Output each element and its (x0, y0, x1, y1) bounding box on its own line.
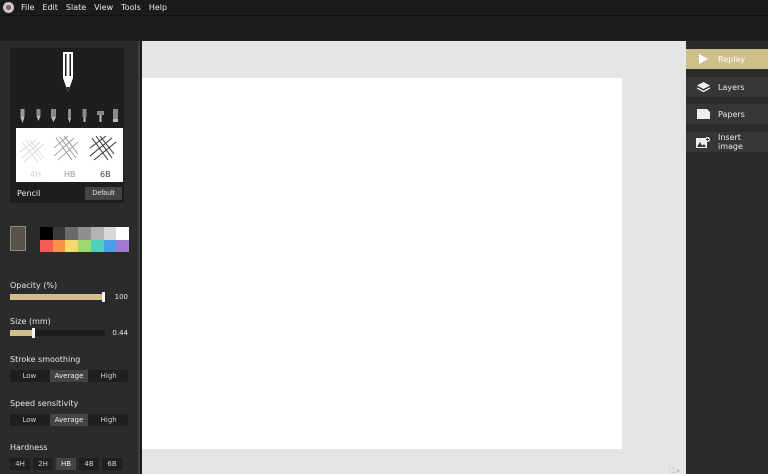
palette-swatch[interactable] (103, 239, 117, 252)
insert-image-label: Insert image (718, 133, 743, 151)
app-window: File Edit Slate View Tools Help 4H HB 6B… (0, 0, 768, 474)
palette-swatch[interactable] (103, 227, 117, 240)
side-panel: Replay Layers Papers Insert image (686, 41, 768, 474)
palette-swatch[interactable] (116, 239, 129, 252)
size-value: 0.44 (112, 329, 128, 337)
default-button[interactable]: Default (85, 187, 122, 200)
smoothing-high[interactable]: High (89, 370, 129, 382)
drawing-paper[interactable] (142, 78, 622, 449)
tool-panel: 4H HB 6B Pencil Default Opacity (%) 100 … (0, 41, 140, 474)
menu-bar: File Edit Slate View Tools Help (0, 0, 768, 16)
hardness-6b[interactable]: 6B (102, 458, 122, 470)
insert-image-button[interactable]: Insert image (686, 132, 768, 152)
pencil-card: 4H HB 6B Pencil Default (10, 48, 124, 203)
size-slider-thumb[interactable] (32, 328, 35, 338)
speed-selector: Low Average High (10, 414, 129, 426)
size-label: Size (mm) (10, 317, 51, 326)
ink-tip-icon[interactable] (81, 109, 88, 123)
fit-view-icon[interactable]: ⛶ ⌕ (669, 467, 680, 474)
palette-swatch[interactable] (78, 227, 91, 240)
pencil-tip-icon[interactable] (19, 109, 26, 123)
palette-swatch[interactable] (52, 227, 66, 240)
image-add-icon (696, 136, 710, 148)
pen-tip-icon[interactable] (35, 109, 42, 123)
current-color-swatch[interactable] (10, 226, 26, 251)
hardness-2h[interactable]: 2H (33, 458, 53, 470)
menu-view[interactable]: View (90, 0, 117, 16)
palette-swatch[interactable] (90, 227, 104, 240)
papers-label: Papers (718, 109, 745, 119)
preview-label-4h: 4H (30, 170, 41, 179)
palette-swatch[interactable] (116, 227, 129, 240)
menu-edit[interactable]: Edit (38, 0, 62, 16)
play-icon (696, 53, 710, 65)
hardness-hb[interactable]: HB (56, 458, 76, 470)
palette-swatch[interactable] (52, 239, 66, 252)
opacity-value: 100 (114, 293, 128, 301)
color-palette (40, 227, 129, 252)
opacity-slider-thumb[interactable] (102, 292, 105, 302)
eraser-tip-icon[interactable] (112, 109, 119, 123)
canvas-area: ⛶ ⌕ (142, 41, 686, 474)
menu-file[interactable]: File (17, 0, 38, 16)
palette-swatch[interactable] (90, 239, 104, 252)
smoothing-low[interactable]: Low (10, 370, 49, 382)
marker-tip-icon[interactable] (50, 109, 57, 123)
toolbar-strip (0, 16, 768, 41)
preview-label-hb: HB (64, 170, 76, 179)
size-slider-fill (10, 330, 34, 336)
menu-help[interactable]: Help (145, 0, 171, 16)
pencil-icon (63, 52, 73, 92)
tool-tips (19, 109, 119, 125)
hardness-selector: 4H 2H HB 4B 6B (10, 458, 128, 470)
palette-swatch[interactable] (65, 239, 79, 252)
layers-icon (696, 81, 710, 93)
hardness-label: Hardness (10, 443, 48, 452)
opacity-slider[interactable] (10, 292, 105, 302)
tool-name: Pencil (17, 189, 41, 198)
brush-tip-icon[interactable] (66, 109, 73, 123)
palette-swatch[interactable] (78, 239, 91, 252)
airbrush-tip-icon[interactable] (96, 109, 104, 123)
speed-label: Speed sensitivity (10, 399, 79, 408)
smoothing-average[interactable]: Average (49, 370, 89, 382)
smoothing-selector: Low Average High (10, 370, 129, 382)
replay-label: Replay (718, 54, 746, 64)
papers-button[interactable]: Papers (686, 104, 768, 124)
paper-icon (696, 108, 710, 120)
layers-label: Layers (718, 82, 745, 92)
replay-button[interactable]: Replay (686, 49, 768, 69)
menu-slate[interactable]: Slate (62, 0, 90, 16)
smoothing-label: Stroke smoothing (10, 355, 81, 364)
preview-label-6b: 6B (100, 170, 111, 179)
palette-swatch[interactable] (40, 239, 53, 252)
app-logo-icon (3, 2, 14, 13)
hardness-4b[interactable]: 4B (79, 458, 99, 470)
stroke-preview: 4H HB 6B (16, 128, 123, 182)
hardness-4h[interactable]: 4H (10, 458, 30, 470)
size-slider[interactable] (10, 328, 105, 338)
opacity-slider-fill (10, 294, 105, 300)
palette-swatch[interactable] (40, 227, 53, 240)
palette-swatch[interactable] (65, 227, 79, 240)
speed-low[interactable]: Low (10, 414, 49, 426)
speed-average[interactable]: Average (49, 414, 89, 426)
menu-tools[interactable]: Tools (117, 0, 145, 16)
speed-high[interactable]: High (89, 414, 129, 426)
layers-button[interactable]: Layers (686, 77, 768, 97)
opacity-label: Opacity (%) (10, 281, 58, 290)
